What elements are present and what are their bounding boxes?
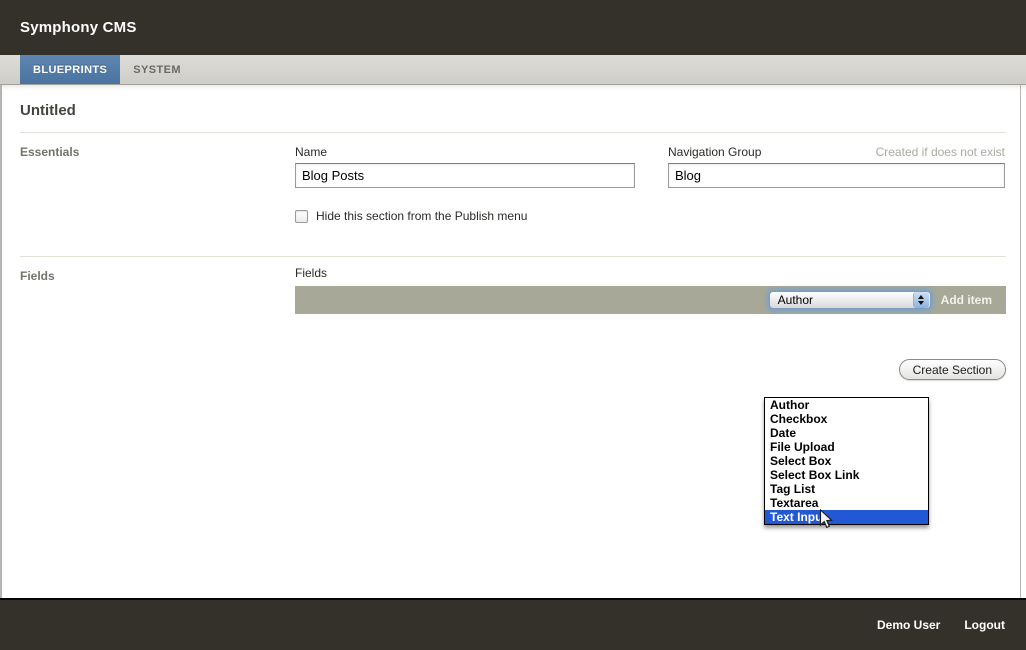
app-footer: Demo User Logout [0, 598, 1026, 650]
fields-duplicator-bar: Author Add item [295, 286, 1006, 314]
dropdown-option[interactable]: Author [765, 398, 928, 412]
dropdown-option[interactable]: Select Box Link [765, 468, 928, 482]
fields-side-column: Fields [20, 257, 295, 342]
app-title: Symphony CMS [20, 19, 137, 36]
fields-section-label: Fields [20, 257, 295, 283]
essentials-section: Essentials Name Navigation Group Created… [20, 132, 1006, 256]
navigation-group-input[interactable] [668, 163, 1005, 188]
fields-body: Fields Author Add item [295, 257, 1006, 342]
user-link[interactable]: Demo User [877, 618, 940, 632]
tab-system[interactable]: SYSTEM [120, 55, 194, 84]
field-type-select[interactable]: Author [769, 291, 931, 309]
field-type-select-value: Author [770, 292, 913, 308]
dropdown-option[interactable]: Date [765, 426, 928, 440]
add-item-button[interactable]: Add item [941, 293, 992, 307]
field-type-dropdown-menu: AuthorCheckboxDateFile UploadSelect BoxS… [764, 397, 929, 525]
dropdown-option[interactable]: Checkbox [765, 412, 928, 426]
tab-blueprints[interactable]: BLUEPRINTS [20, 55, 120, 84]
name-input[interactable] [295, 163, 635, 188]
window-edge-right [1020, 85, 1021, 598]
page-title: Untitled [20, 85, 1006, 132]
dropdown-option[interactable]: File Upload [765, 440, 928, 454]
app-header: Symphony CMS [0, 0, 1026, 55]
essentials-body: Name Navigation Group Created if does no… [295, 133, 1006, 256]
arrow-up-icon [918, 295, 924, 299]
hide-section-checkbox[interactable] [295, 210, 308, 223]
essentials-side-column: Essentials [20, 133, 295, 256]
hide-section-row: Hide this section from the Publish menu [295, 209, 1006, 223]
create-section-button[interactable]: Create Section [899, 359, 1006, 380]
navigation-group-hint: Created if does not exist [876, 145, 1005, 159]
dropdown-option[interactable]: Textarea [765, 496, 928, 510]
arrow-down-icon [918, 301, 924, 305]
essentials-section-label: Essentials [20, 133, 295, 159]
hide-section-label: Hide this section from the Publish menu [316, 209, 527, 223]
actions-row: Create Section [20, 359, 1006, 380]
dropdown-option[interactable]: Text Input [765, 510, 928, 524]
logout-link[interactable]: Logout [964, 618, 1005, 632]
fields-section: Fields Fields Author Add item [20, 256, 1006, 342]
main-nav: BLUEPRINTS SYSTEM [0, 55, 1026, 85]
dropdown-option[interactable]: Select Box [765, 454, 928, 468]
navigation-group-label: Navigation Group [668, 145, 761, 159]
name-label: Name [295, 145, 327, 159]
window-edge-left [0, 85, 2, 598]
dropdown-option[interactable]: Tag List [765, 482, 928, 496]
page-content: Untitled Essentials Name Navigation Grou… [0, 85, 1026, 598]
navigation-group-field-block: Navigation Group Created if does not exi… [668, 145, 1005, 188]
name-field-block: Name [295, 145, 635, 188]
select-stepper-icon [913, 292, 929, 308]
fields-list-label: Fields [295, 266, 1006, 280]
